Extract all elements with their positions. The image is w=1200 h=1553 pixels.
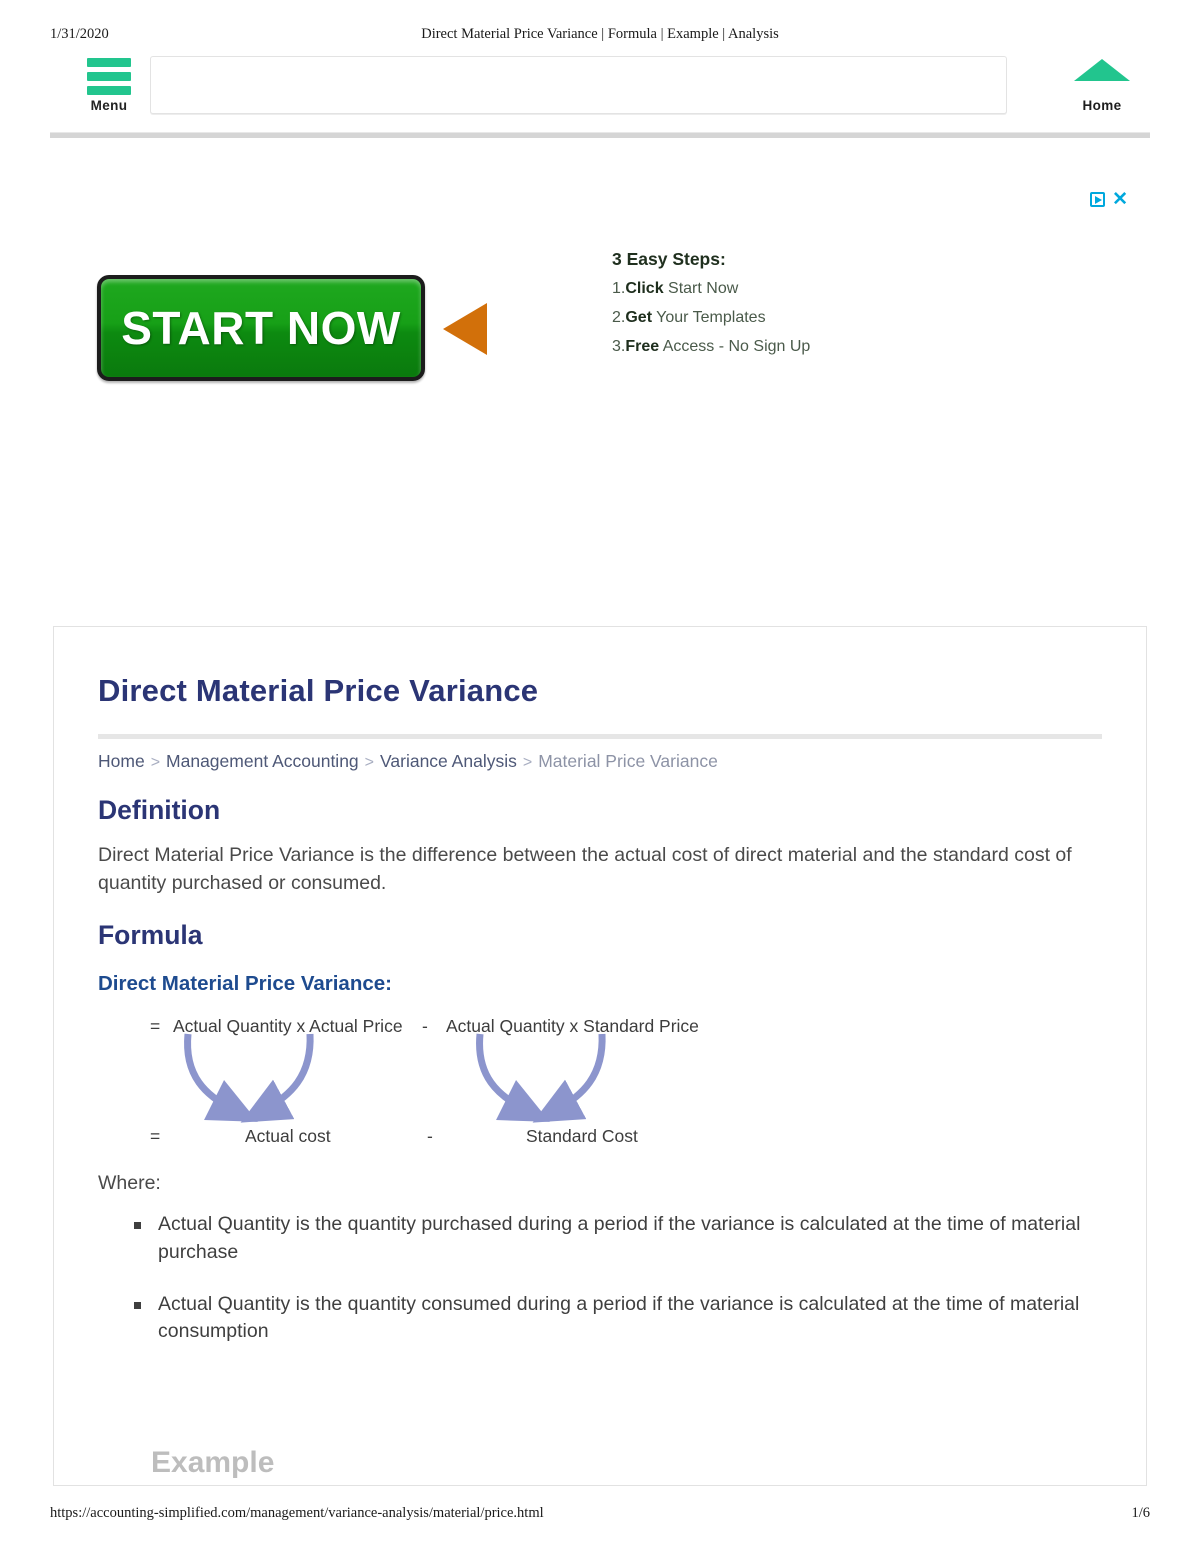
ad-steps: 3 Easy Steps: 1.Click Start Now 2.Get Yo… xyxy=(612,249,810,367)
home-roof-icon xyxy=(1074,59,1130,81)
formula-bottom-term-1: Actual cost xyxy=(245,1126,331,1147)
formula-bottom-term-2: Standard Cost xyxy=(526,1126,638,1147)
footer-page-number: 1/6 xyxy=(1131,1505,1150,1521)
print-header: 1/31/2020 Direct Material Price Variance… xyxy=(0,26,1200,46)
ad-step-text: Start Now xyxy=(663,280,739,297)
home-button-label: Home xyxy=(1082,98,1122,113)
breadcrumb-separator: > xyxy=(522,754,533,771)
ad-steps-title: 3 Easy Steps: xyxy=(612,249,726,269)
print-page-title: Direct Material Price Variance | Formula… xyxy=(421,26,779,42)
article-card: Direct Material Price Variance Home > Mana… xyxy=(53,626,1147,1486)
menu-button[interactable]: Menu xyxy=(78,58,140,113)
formula-bottom-equals: = xyxy=(150,1126,161,1147)
formula-bottom-operator: - xyxy=(427,1126,433,1147)
hamburger-bar xyxy=(87,72,131,81)
footer-url: https://accounting-simplified.com/manage… xyxy=(50,1505,544,1521)
breadcrumb: Home > Management Accounting > Variance Anal… xyxy=(98,751,1102,772)
ad-step-keyword: Click xyxy=(625,280,664,297)
formula-heading: Formula xyxy=(98,920,203,951)
print-footer: https://accounting-simplified.com/manage… xyxy=(0,1505,1200,1525)
where-label: Where: xyxy=(98,1172,161,1195)
ad-step-item: 3.Free Access - No Sign Up xyxy=(612,338,810,356)
hamburger-bar xyxy=(87,58,131,67)
start-now-label: START NOW xyxy=(121,302,401,354)
search-box[interactable] xyxy=(150,56,1007,114)
page-title: Direct Material Price Variance xyxy=(98,673,539,708)
where-list: Actual Quantity is the quantity purchase… xyxy=(98,1211,1102,1346)
hamburger-bar xyxy=(87,86,131,95)
home-button[interactable]: Home xyxy=(1054,55,1150,113)
ad-step-item: 2.Get Your Templates xyxy=(612,309,810,327)
ad-controls: ✕ xyxy=(1090,190,1128,209)
breadcrumb-item-home[interactable]: Home xyxy=(98,751,145,771)
ad-step-keyword: Get xyxy=(625,309,653,326)
search-input[interactable] xyxy=(151,57,1006,113)
adchoices-icon[interactable] xyxy=(1090,192,1106,207)
pointer-arrow-icon xyxy=(443,303,487,355)
example-heading: Example xyxy=(151,1446,275,1479)
ad-step-text: Your Templates xyxy=(652,309,766,326)
where-list-item: Actual Quantity is the quantity consumed… xyxy=(134,1291,1102,1346)
article-content: Direct Material Price Variance Home > Mana… xyxy=(54,627,1146,1346)
breadcrumb-separator: > xyxy=(150,754,161,771)
ad-step-number: 1. xyxy=(612,280,626,297)
site-navigation-bar: Menu Home xyxy=(50,55,1150,138)
ad-step-number: 2. xyxy=(612,309,626,326)
hamburger-icon xyxy=(87,58,131,95)
breadcrumb-separator: > xyxy=(364,754,375,771)
menu-button-label: Menu xyxy=(90,98,128,113)
definition-heading: Definition xyxy=(98,795,221,825)
formula-diagram: = Actual Quantity x Actual Price - Actua… xyxy=(98,1008,1102,1158)
breadcrumb-current: Material Price Variance xyxy=(538,751,718,771)
nav-divider xyxy=(50,132,1150,138)
advertisement-block: ✕ START NOW 3 Easy Steps: 1.Click Start … xyxy=(0,165,1200,585)
breadcrumb-item-management-accounting[interactable]: Management Accounting xyxy=(166,751,359,771)
ad-step-text: Access - No Sign Up xyxy=(659,338,811,355)
definition-text: Direct Material Price Variance is the di… xyxy=(98,844,1072,894)
formula-subheading: Direct Material Price Variance: xyxy=(98,972,392,996)
ad-step-item: 1.Click Start Now xyxy=(612,280,810,298)
ad-step-keyword: Free xyxy=(625,338,660,355)
where-list-item: Actual Quantity is the quantity purchase… xyxy=(134,1211,1102,1266)
formula-arrows-icon xyxy=(184,1034,606,1123)
breadcrumb-divider xyxy=(98,734,1102,739)
close-icon[interactable]: ✕ xyxy=(1112,190,1128,209)
start-now-button[interactable]: START NOW xyxy=(97,275,425,381)
ad-step-number: 3. xyxy=(612,338,626,355)
breadcrumb-item-variance-analysis[interactable]: Variance Analysis xyxy=(380,751,517,771)
